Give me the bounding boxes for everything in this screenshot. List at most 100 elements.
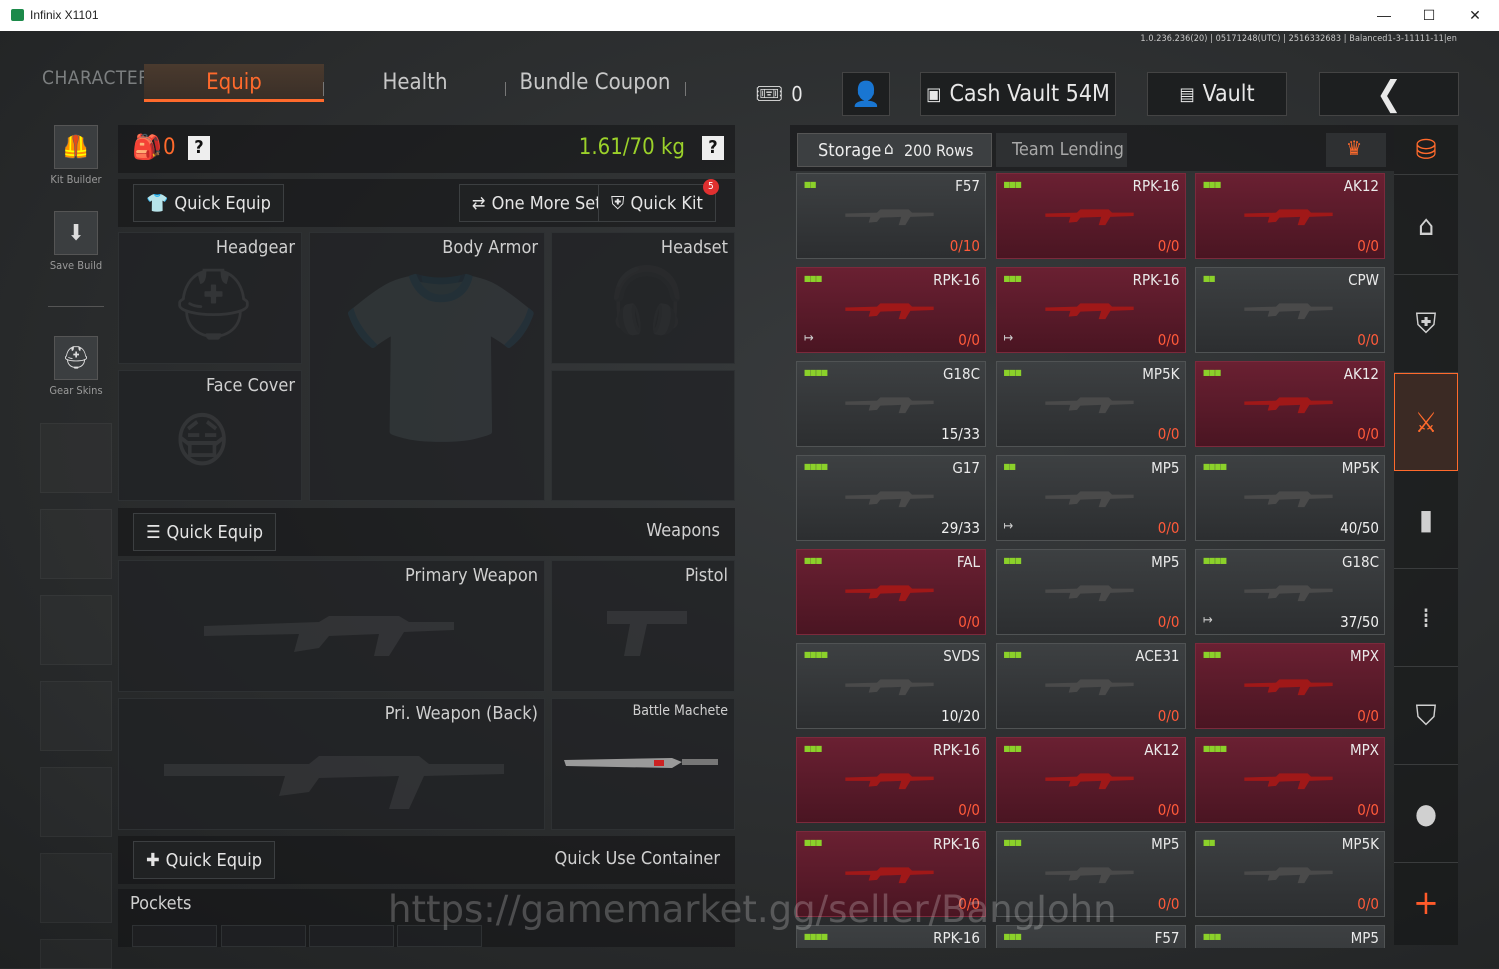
window-titlebar: Infinix X1101 — ☐ ✕ <box>0 0 1499 31</box>
face-cover-slot[interactable]: 😷 Face Cover <box>118 370 302 501</box>
category-magazines-button[interactable]: ▮ <box>1394 471 1458 569</box>
storage-item[interactable]: ■■■ MP5 <box>1195 925 1385 948</box>
tab-team-lending[interactable]: Team Lending <box>996 133 1127 167</box>
empty-gear-slot[interactable] <box>551 370 735 501</box>
category-guns-button[interactable]: ⚔ <box>1394 373 1458 471</box>
headset-slot[interactable]: 🎧 Headset <box>551 232 735 364</box>
quick-equip-container-button[interactable]: ✚ Quick Equip <box>133 841 276 879</box>
storage-item[interactable]: ■■■ AK12 0/0 <box>995 737 1186 823</box>
category-grenades-button[interactable]: ● <box>1394 765 1458 863</box>
tab-health[interactable]: Health <box>345 64 485 102</box>
operator-button[interactable]: 👤 <box>842 72 890 116</box>
category-armor-button[interactable]: ⛨ <box>1394 275 1458 373</box>
storage-item[interactable]: ■■■ MP5 0/0 <box>995 549 1186 635</box>
pocket-slot[interactable] <box>221 925 306 947</box>
storage-item[interactable]: ■■■■ G17 29/33 <box>796 455 986 541</box>
primary-weapon-back-slot[interactable]: Pri. Weapon (Back) <box>118 698 545 830</box>
ticket-counter[interactable]: 🎟 0 <box>744 72 814 116</box>
pistol-slot[interactable]: Pistol <box>551 560 735 692</box>
add-category-button[interactable]: + <box>1394 863 1458 943</box>
primary-weapon-slot[interactable]: Primary Weapon <box>118 560 545 692</box>
storage-item[interactable]: ■■■■ MP5K 40/50 <box>1195 455 1385 541</box>
body-armor-slot[interactable]: 👕 Body Armor <box>309 232 547 501</box>
empty-slot[interactable] <box>40 423 112 493</box>
storage-item[interactable]: ■■■■ G18C ↦ 37/50 <box>1195 549 1385 635</box>
close-button[interactable]: ✕ <box>1452 4 1498 28</box>
empty-slot[interactable] <box>40 681 112 751</box>
item-name: RPK-16 <box>1132 177 1180 195</box>
pockets-label: Pockets <box>130 893 192 914</box>
rifle-back-silhouette-icon <box>164 756 504 809</box>
item-name: MPX <box>1349 647 1379 665</box>
nav-divider <box>323 82 324 96</box>
pocket-slot[interactable] <box>132 925 217 947</box>
storage-item[interactable]: ■■■■ MPX 0/0 <box>1195 737 1385 823</box>
kit-builder-label: Kit Builder <box>50 173 102 186</box>
category-all-button[interactable]: ⛁ <box>1394 125 1458 175</box>
team-lending-label: Team Lending <box>1012 139 1124 160</box>
storage-item[interactable]: ■■ CPW 0/0 <box>1195 267 1385 353</box>
rarity-bars: ■■■ <box>1203 932 1221 941</box>
storage-item[interactable]: ■■■ RPK-16 ↦ 0/0 <box>796 267 986 353</box>
gear-skins-button[interactable]: ⛑ Gear Skins <box>40 336 112 397</box>
item-count: 0/0 <box>1357 331 1379 349</box>
storage-item[interactable]: ■■ MP5 ↦ 0/0 <box>995 455 1186 541</box>
shield-icon: ⛨ <box>611 192 625 214</box>
quick-equip-gear-button[interactable]: 👕 Quick Equip <box>133 184 284 222</box>
tab-equip[interactable]: Equip <box>144 64 324 102</box>
vault-button[interactable]: ▤ Vault <box>1147 72 1287 116</box>
storage-item[interactable]: ■■■ MPX 0/0 <box>1195 643 1385 729</box>
weight-help-button[interactable]: ? <box>702 136 724 160</box>
category-ammo-button[interactable]: ⁞ <box>1394 569 1458 667</box>
rarity-bars: ■■■■ <box>1203 744 1227 753</box>
item-count: 0/0 <box>1157 801 1180 819</box>
help-button[interactable]: ? <box>188 136 210 160</box>
one-more-set-button[interactable]: ⇄ One More Set <box>459 184 615 222</box>
weapon-icon <box>845 303 934 320</box>
empty-slot[interactable] <box>40 939 112 969</box>
headgear-slot[interactable]: ⛑ Headgear <box>118 232 302 364</box>
category-vests-button[interactable]: ⛉ <box>1394 667 1458 765</box>
storage-item[interactable]: ■■■■ SVDS 10/20 <box>796 643 986 729</box>
back-button[interactable]: ❮ <box>1319 72 1459 116</box>
item-name: FAL <box>956 553 980 571</box>
battle-machete-slot[interactable]: Battle Machete <box>551 698 735 830</box>
storage-item[interactable]: ■■■ RPK-16 0/0 <box>796 737 986 823</box>
storage-item[interactable]: ■■■ MP5K 0/0 <box>995 361 1186 447</box>
item-name: RPK-16 <box>933 271 980 289</box>
storage-item[interactable]: ■■■ RPK-16 ↦ 0/0 <box>995 267 1186 353</box>
minimize-button[interactable]: — <box>1361 4 1407 28</box>
pocket-slot[interactable] <box>309 925 394 947</box>
tab-storage[interactable]: Storage ⌂ 200 Rows <box>797 133 992 167</box>
storage-item[interactable]: ■■■ ACE31 0/0 <box>995 643 1186 729</box>
kit-builder-button[interactable]: 🦺 Kit Builder <box>40 125 112 186</box>
tab-bundle-coupon[interactable]: Bundle Coupon <box>515 64 675 102</box>
storage-item[interactable]: ■■■ RPK-16 0/0 <box>995 173 1186 259</box>
quick-kit-button[interactable]: ⛨ Quick Kit 5 <box>598 179 719 222</box>
maximize-button[interactable]: ☐ <box>1406 4 1452 28</box>
pistol-silhouette-icon <box>607 611 687 656</box>
category-sidebar: ⛁ ⌂ ⛨ ⚔ ▮ ⁞ ⛉ ● + <box>1394 125 1458 945</box>
storage-item[interactable]: ■■ F57 0/10 <box>796 173 986 259</box>
weapon-icon <box>1044 303 1134 320</box>
save-build-button[interactable]: ⬇ Save Build <box>40 211 112 272</box>
weapons-title: Weapons <box>646 520 720 541</box>
weapon-icon <box>845 679 934 696</box>
storage-item[interactable]: ■■■ AK12 0/0 <box>1195 173 1385 259</box>
category-home-button[interactable]: ⌂ <box>1394 177 1458 275</box>
empty-slot[interactable] <box>40 595 112 665</box>
vest-icon: ⛉ <box>1415 698 1437 732</box>
empty-slot[interactable] <box>40 853 112 923</box>
storage-item[interactable]: ■■■■ G18C 15/33 <box>796 361 986 447</box>
item-count: 0/0 <box>1157 425 1180 443</box>
empty-slot[interactable] <box>40 767 112 837</box>
sort-button[interactable]: ♛ <box>1326 133 1386 167</box>
empty-slot[interactable] <box>40 509 112 579</box>
item-count: 0/0 <box>1157 895 1180 913</box>
storage-item[interactable]: ■■■ FAL 0/0 <box>796 549 986 635</box>
cash-vault-button[interactable]: ▣ Cash Vault 54M <box>920 72 1116 116</box>
storage-item[interactable]: ■■ MP5K 0/0 <box>1195 831 1385 917</box>
item-name: MP5 <box>1350 929 1379 947</box>
storage-item[interactable]: ■■■ AK12 0/0 <box>1195 361 1385 447</box>
quick-equip-weapons-button[interactable]: ☰ Quick Equip <box>133 513 277 551</box>
